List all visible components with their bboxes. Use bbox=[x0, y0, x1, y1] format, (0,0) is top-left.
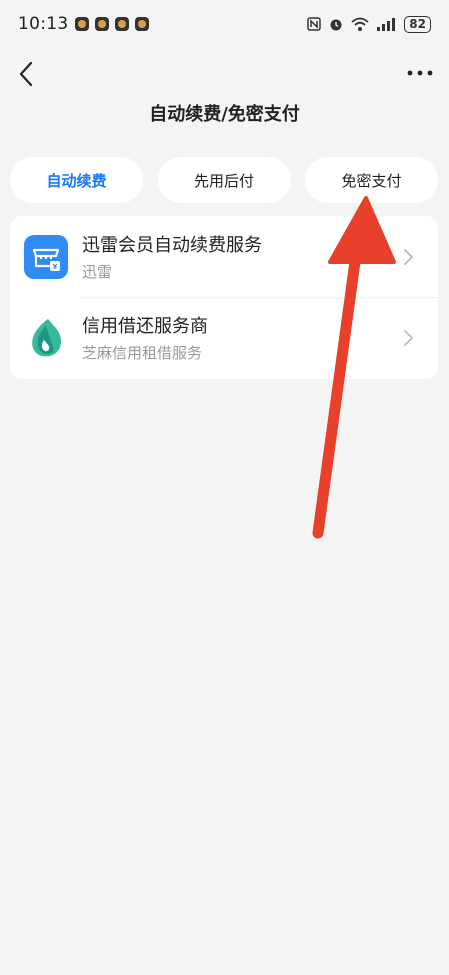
page-title: 自动续费/免密支付 bbox=[149, 104, 300, 125]
list-item-text: 迅雷会员自动续费服务 迅雷 bbox=[82, 231, 398, 282]
chevron-right-icon bbox=[404, 248, 413, 265]
tab-pay-later[interactable]: 先用后付 bbox=[157, 157, 291, 203]
status-time: 10:13 bbox=[18, 14, 69, 34]
annotation-arrow-icon bbox=[312, 196, 396, 539]
notification-icon bbox=[94, 17, 109, 31]
status-left: 10:13 bbox=[18, 14, 149, 34]
tab-auto-renew[interactable]: 自动续费 bbox=[10, 157, 143, 203]
list-item[interactable]: 迅雷会员自动续费服务 迅雷 bbox=[10, 216, 438, 297]
service-list: 迅雷会员自动续费服务 迅雷 信用借还服务商 芝麻信用租借服务 bbox=[10, 216, 438, 379]
tab-bar: 自动续费 先用后付 免密支付 bbox=[10, 157, 438, 203]
status-right: 82 bbox=[306, 15, 431, 33]
zhima-credit-icon bbox=[32, 318, 62, 356]
battery-indicator: 82 bbox=[404, 15, 431, 33]
list-item-title: 信用借还服务商 bbox=[82, 316, 208, 337]
notification-icon bbox=[134, 17, 149, 31]
more-button[interactable] bbox=[405, 60, 435, 86]
signal-icon bbox=[377, 18, 396, 31]
list-item[interactable]: 信用借还服务商 芝麻信用租借服务 bbox=[10, 297, 438, 378]
list-item-title: 迅雷会员自动续费服务 bbox=[82, 235, 262, 256]
status-bar: 10:13 82 bbox=[0, 0, 449, 48]
chevron-right-icon bbox=[404, 329, 413, 346]
notification-icon bbox=[74, 17, 89, 31]
chevron-left-icon bbox=[19, 61, 33, 87]
tab-password-free-pay[interactable]: 免密支付 bbox=[305, 157, 438, 203]
list-item-text: 信用借还服务商 芝麻信用租借服务 bbox=[82, 312, 398, 363]
wifi-icon bbox=[351, 17, 369, 31]
alarm-icon bbox=[330, 19, 342, 31]
xunlei-icon bbox=[24, 234, 68, 279]
list-item-subtitle: 迅雷 bbox=[82, 263, 113, 281]
notification-icon bbox=[114, 17, 129, 31]
nfc-icon bbox=[307, 17, 322, 31]
list-item-subtitle: 芝麻信用租借服务 bbox=[82, 344, 203, 362]
more-dots-icon bbox=[407, 70, 433, 76]
back-button[interactable] bbox=[12, 58, 40, 90]
